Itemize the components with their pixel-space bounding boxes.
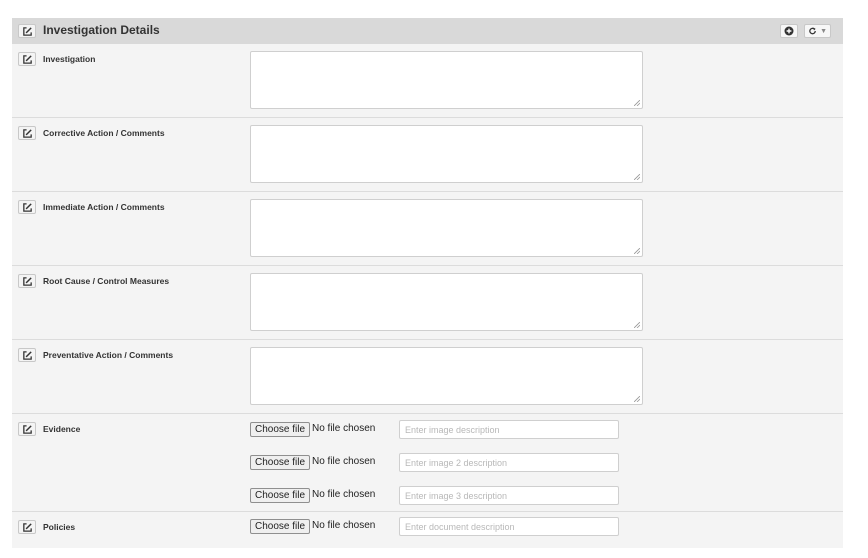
root-cause-label: Root Cause / Control Measures	[43, 276, 170, 286]
preventative-action-textarea[interactable]	[250, 347, 643, 405]
file-status: No file chosen	[312, 489, 376, 500]
edit-icon	[22, 522, 32, 532]
corrective-action-textarea[interactable]	[250, 125, 643, 183]
preventative-action-edit-button[interactable]	[18, 348, 36, 362]
immediate-action-label: Immediate Action / Comments	[43, 202, 165, 212]
edit-icon	[22, 128, 32, 138]
plus-circle-icon	[784, 26, 794, 36]
field-row-evidence: Evidence Choose file No file chosen Choo…	[12, 414, 843, 512]
edit-icon	[22, 350, 32, 360]
investigation-edit-button[interactable]	[18, 52, 36, 66]
refresh-dropdown-button[interactable]: ▼	[804, 24, 831, 38]
policies-edit-button[interactable]	[18, 520, 36, 534]
evidence-edit-button[interactable]	[18, 422, 36, 436]
choose-file-button[interactable]: Choose file	[250, 519, 311, 534]
corrective-action-label: Corrective Action / Comments	[43, 128, 165, 138]
preventative-action-label: Preventative Action / Comments	[43, 350, 174, 360]
edit-icon	[22, 54, 32, 64]
chevron-down-icon: ▼	[820, 27, 827, 35]
immediate-action-textarea[interactable]	[250, 199, 643, 257]
choose-file-button[interactable]: Choose file	[250, 422, 311, 437]
resize-grip-icon[interactable]	[634, 174, 640, 180]
file-status: No file chosen	[312, 423, 376, 434]
edit-icon	[22, 26, 32, 36]
field-row-immediate-action: Immediate Action / Comments	[12, 192, 843, 266]
refresh-icon	[809, 27, 816, 35]
resize-grip-icon[interactable]	[634, 248, 640, 254]
resize-grip-icon[interactable]	[634, 100, 640, 106]
evidence-label: Evidence	[43, 424, 81, 434]
field-row-root-cause: Root Cause / Control Measures	[12, 266, 843, 340]
file-status: No file chosen	[312, 520, 376, 531]
root-cause-textarea[interactable]	[250, 273, 643, 331]
edit-icon	[22, 276, 32, 286]
choose-file-button[interactable]: Choose file	[250, 488, 311, 503]
policies-label: Policies	[43, 522, 76, 532]
panel-tools: ▼	[780, 24, 831, 38]
resize-grip-icon[interactable]	[634, 322, 640, 328]
add-button[interactable]	[780, 24, 798, 38]
image-description-input[interactable]	[399, 420, 619, 439]
field-row-investigation: Investigation	[12, 44, 843, 118]
field-row-preventative-action: Preventative Action / Comments	[12, 340, 843, 414]
panel-header: Investigation Details ▼	[12, 18, 843, 44]
image-3-description-input[interactable]	[399, 486, 619, 505]
root-cause-edit-button[interactable]	[18, 274, 36, 288]
investigation-textarea[interactable]	[250, 51, 643, 109]
corrective-action-edit-button[interactable]	[18, 126, 36, 140]
field-row-corrective-action: Corrective Action / Comments	[12, 118, 843, 192]
edit-icon	[22, 424, 32, 434]
immediate-action-edit-button[interactable]	[18, 200, 36, 214]
choose-file-button[interactable]: Choose file	[250, 455, 311, 470]
field-row-policies: Policies Choose file No file chosen	[12, 512, 843, 548]
image-2-description-input[interactable]	[399, 453, 619, 472]
investigation-details-panel: Investigation Details ▼ Investigation Co…	[12, 18, 843, 548]
investigation-label: Investigation	[43, 54, 96, 64]
resize-grip-icon[interactable]	[634, 396, 640, 402]
file-status: No file chosen	[312, 456, 376, 467]
header-edit-button[interactable]	[18, 24, 36, 38]
edit-icon	[22, 202, 32, 212]
document-description-input[interactable]	[399, 517, 619, 536]
panel-title: Investigation Details	[43, 23, 160, 37]
